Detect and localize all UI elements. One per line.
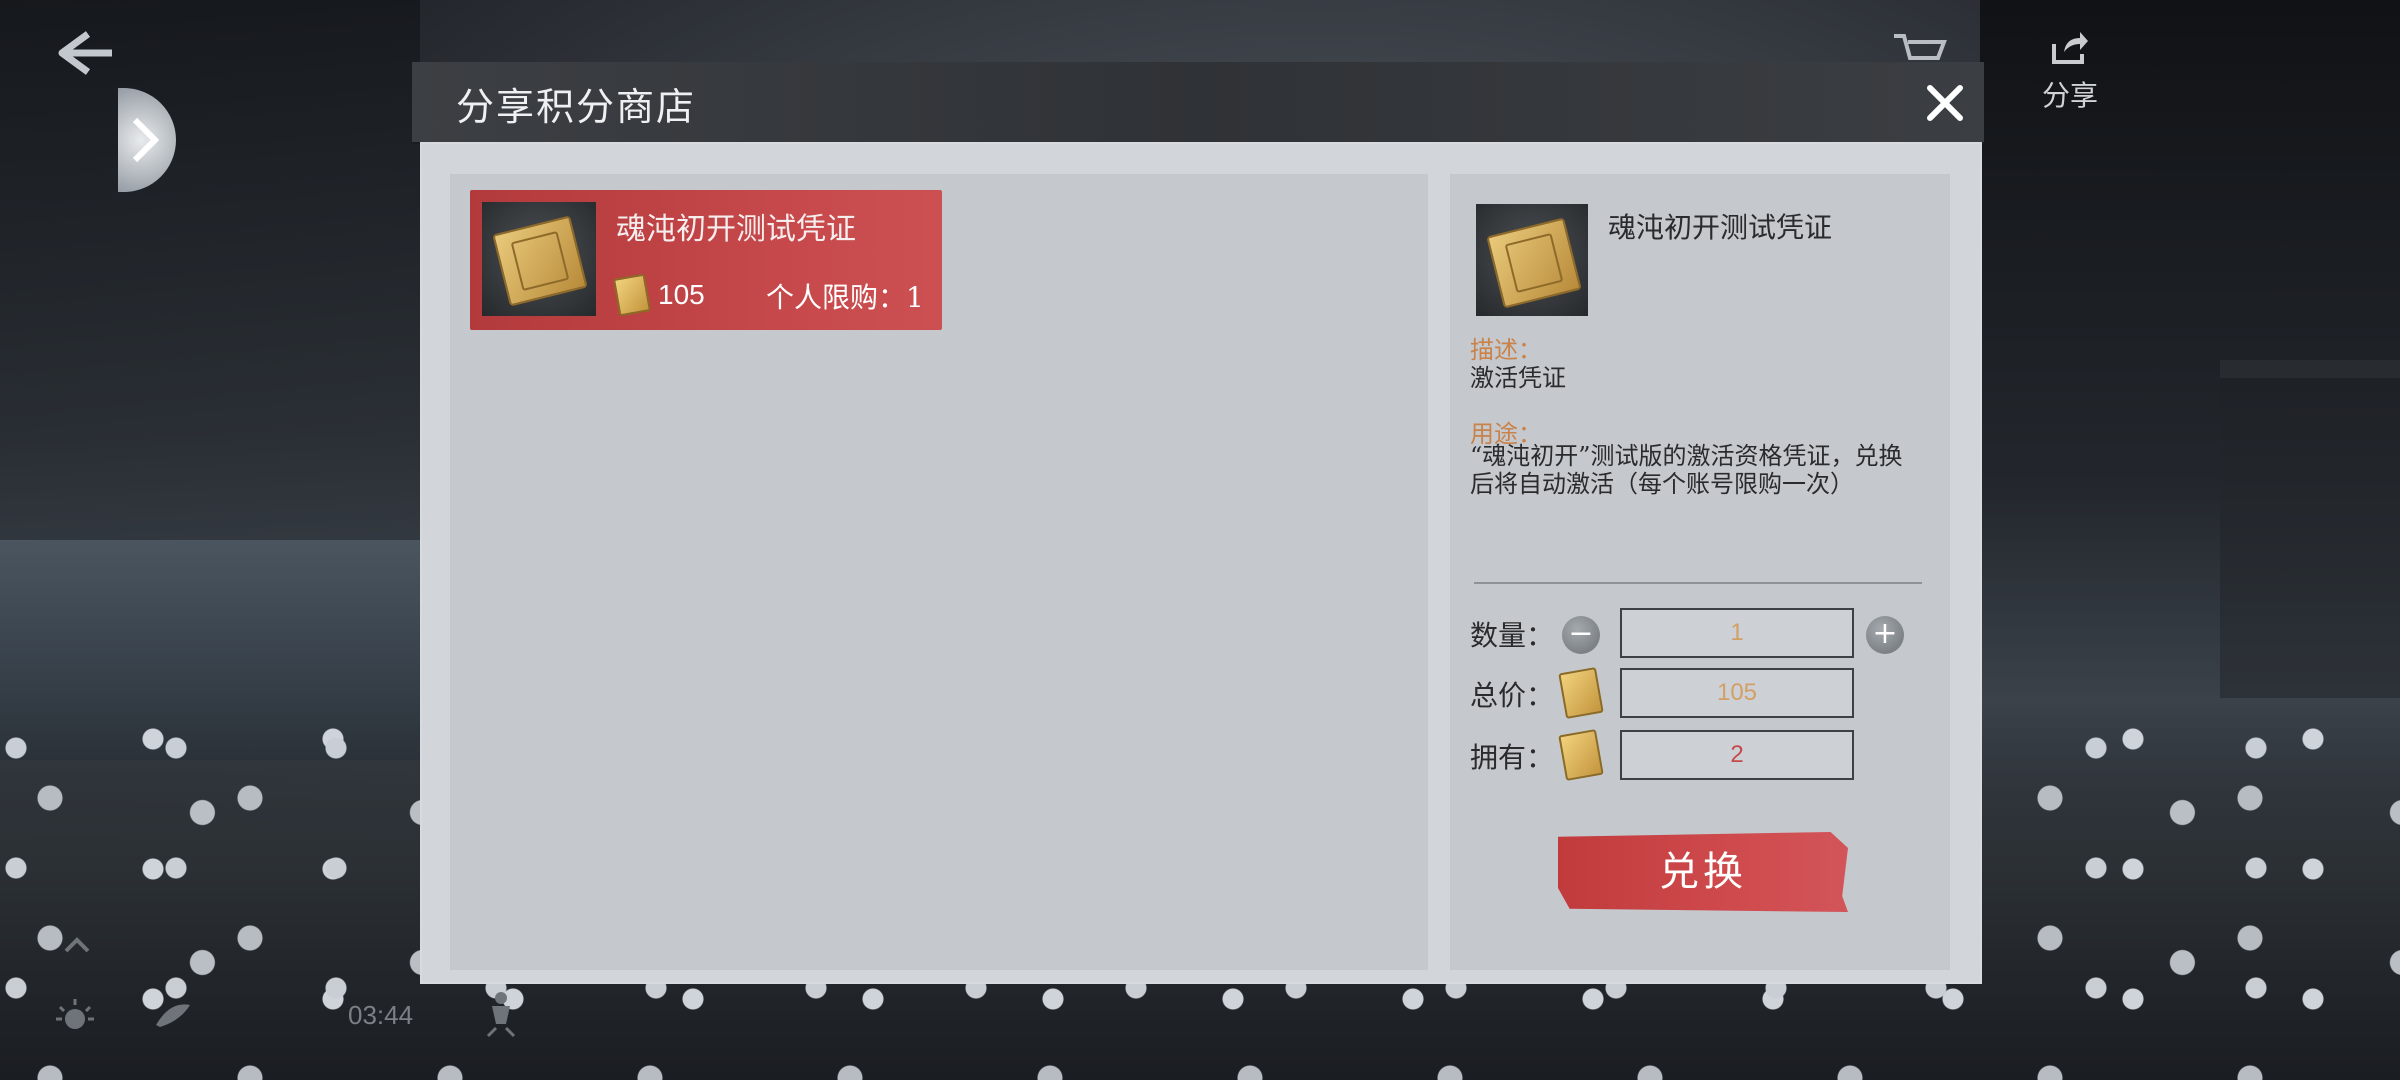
owned-label: 拥有：: [1470, 741, 1555, 774]
exchange-button[interactable]: 兑换: [1558, 832, 1848, 912]
share-icon: [2052, 32, 2088, 64]
points-scroll-icon: [1558, 667, 1604, 719]
back-arrow-icon: [58, 31, 112, 75]
dialog-header: 分享积分商店: [412, 62, 1984, 144]
sun-icon: [56, 999, 94, 1029]
divider: [1474, 582, 1922, 584]
plus-icon: +: [1872, 616, 1898, 651]
owned-points-field: 2: [1620, 730, 1854, 780]
background-bridge: [2220, 360, 2400, 698]
character-icon: [486, 992, 516, 1038]
shop-dialog: 分享积分商店 魂沌初开测试凭证 105 个人限购：1 魂沌初开测试凭证 描述： …: [412, 62, 1984, 984]
back-button[interactable]: [48, 28, 118, 78]
weather-button[interactable]: [52, 995, 98, 1035]
item-purchase-limit: 个人限购：1: [766, 281, 924, 314]
timer-text: 03:44: [348, 1000, 414, 1030]
dialog-title: 分享积分商店: [456, 85, 697, 129]
total-price-label: 总价：: [1470, 679, 1555, 712]
chevron-right-icon: [132, 117, 160, 163]
points-scroll-icon: [1558, 729, 1604, 781]
feather-button[interactable]: [150, 995, 196, 1035]
character-button[interactable]: [484, 990, 518, 1040]
item-thumbnail: [482, 202, 596, 316]
total-price-field: 105: [1620, 668, 1854, 718]
description-text: 激活凭证: [1470, 364, 1566, 392]
share-button[interactable]: 分享: [2030, 30, 2110, 112]
item-list: 魂沌初开测试凭证 105 个人限购：1: [450, 174, 1428, 970]
increase-quantity-button[interactable]: +: [1866, 616, 1904, 654]
voucher-icon: [1486, 217, 1582, 309]
close-button[interactable]: [1920, 78, 1970, 128]
item-name: 魂沌初开测试凭证: [616, 212, 856, 247]
feather-icon: [156, 1004, 190, 1027]
shop-item-card[interactable]: 魂沌初开测试凭证 105 个人限购：1: [470, 190, 942, 330]
minus-icon: −: [1568, 616, 1594, 651]
voucher-icon: [492, 215, 588, 307]
points-scroll-icon: [612, 273, 652, 317]
share-label: 分享: [2041, 79, 2098, 112]
item-price: 105: [612, 273, 705, 317]
quantity-label: 数量：: [1470, 619, 1555, 652]
detail-item-name: 魂沌初开测试凭证: [1608, 211, 1833, 244]
usage-text: “魂沌初开”测试版的激活资格凭证，兑换后将自动激活（每个账号限购一次）: [1470, 442, 1903, 498]
expand-up-button[interactable]: [62, 935, 92, 955]
item-detail-panel: 魂沌初开测试凭证 描述： 激活凭证 用途： “魂沌初开”测试版的激活资格凭证，兑…: [1450, 174, 1950, 970]
decrease-quantity-button[interactable]: −: [1562, 616, 1600, 654]
detail-thumbnail: [1476, 204, 1588, 316]
close-icon: [1927, 85, 1963, 121]
chevron-up-icon: [64, 937, 90, 953]
dialog-body: 魂沌初开测试凭证 105 个人限购：1 魂沌初开测试凭证 描述： 激活凭证 用途…: [420, 142, 1982, 984]
quantity-input[interactable]: 1: [1620, 608, 1854, 658]
item-price-value: 105: [658, 279, 705, 310]
